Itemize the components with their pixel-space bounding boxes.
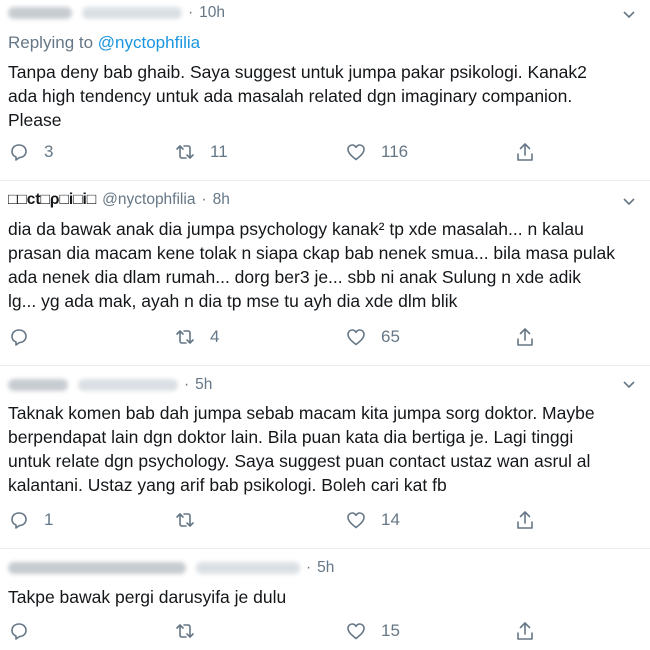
- caret-down-icon[interactable]: [622, 8, 636, 22]
- tweet-4-header: · 5h: [8, 559, 334, 577]
- retweet-icon: [176, 624, 194, 638]
- tweet-3-header: · 5h: [8, 376, 212, 394]
- like-icon: [347, 144, 365, 161]
- tweet-text: Taknak komen bab dah jumpa sebab macam k…: [8, 403, 595, 495]
- like-button[interactable]: 14: [345, 509, 400, 531]
- share-icon: [517, 143, 533, 161]
- tweet-actions: 4 65: [0, 326, 650, 350]
- blurred-handle: [78, 379, 178, 391]
- retweet-count: 4: [210, 327, 220, 346]
- tweet-actions: 3 11 116: [0, 141, 650, 165]
- share-icon: [517, 328, 533, 346]
- tweet-time[interactable]: 8h: [213, 191, 230, 209]
- retweet-button[interactable]: 4: [174, 326, 219, 348]
- tweet-time[interactable]: 5h: [317, 559, 334, 577]
- reply-icon: [11, 623, 27, 640]
- replying-prefix: Replying to: [8, 33, 94, 52]
- blurred-handle: [196, 562, 300, 574]
- like-button[interactable]: 15: [345, 620, 400, 642]
- share-button[interactable]: [514, 326, 536, 348]
- blurred-display-name: [8, 7, 72, 19]
- separator-dot: ·: [201, 191, 207, 208]
- retweet-button[interactable]: 11: [174, 141, 228, 163]
- separator-dot: ·: [184, 376, 190, 393]
- replying-to: Replying to @nyctophfilia: [8, 33, 200, 53]
- reply-button[interactable]: 3: [8, 141, 53, 163]
- retweet-icon: [176, 513, 194, 527]
- blurred-handle: [82, 7, 182, 19]
- reply-count: 3: [44, 142, 54, 161]
- tweet-text: Takpe bawak pergi darusyifa je dulu: [8, 587, 287, 607]
- like-icon: [347, 329, 365, 346]
- display-name[interactable]: □□ct□ρ□i□i□: [8, 191, 96, 209]
- reply-button[interactable]: [8, 620, 44, 642]
- like-icon: [347, 512, 365, 529]
- like-icon: [347, 623, 365, 640]
- separator-dot: ·: [188, 4, 194, 21]
- reply-icon: [11, 329, 27, 346]
- like-button[interactable]: 65: [345, 326, 400, 348]
- like-count: 14: [381, 510, 400, 529]
- retweet-icon: [176, 330, 194, 344]
- tweet-2: □□ct□ρ□i□i□ @nyctophfilia · 8h dia da ba…: [0, 181, 650, 361]
- tweet-time[interactable]: 10h: [199, 4, 225, 22]
- caret-down-icon[interactable]: [622, 195, 636, 209]
- caret-down-icon[interactable]: [622, 378, 636, 392]
- share-button[interactable]: [514, 620, 536, 642]
- tweet-actions: 1 14: [0, 509, 650, 533]
- tweet-2-header: □□ct□ρ□i□i□ @nyctophfilia · 8h: [8, 191, 230, 209]
- tweet-time[interactable]: 5h: [195, 376, 212, 394]
- share-button[interactable]: [514, 141, 536, 163]
- tweet-1-header: · 10h: [8, 4, 225, 22]
- replying-to-link[interactable]: @nyctophfilia: [98, 33, 200, 52]
- tweet-text: dia da bawak anak dia jumpa psychology k…: [8, 219, 616, 311]
- like-count: 116: [381, 142, 409, 161]
- share-icon: [517, 511, 533, 529]
- reply-button[interactable]: 1: [8, 509, 53, 531]
- retweet-icon: [176, 145, 194, 159]
- tweet-4: · 5h Takpe bawak pergi darusyifa je dulu…: [0, 549, 650, 650]
- share-button[interactable]: [514, 509, 536, 531]
- reply-button[interactable]: [8, 326, 44, 348]
- separator-dot: ·: [306, 559, 312, 576]
- tweet-text: Tanpa deny bab ghaib. Saya suggest untuk…: [8, 62, 587, 130]
- blurred-display-name: [8, 562, 186, 574]
- blurred-display-name: [8, 379, 68, 391]
- share-icon: [517, 622, 533, 640]
- reply-icon: [11, 144, 27, 161]
- retweet-button[interactable]: [174, 620, 210, 642]
- tweet-1: · 10h Replying to @nyctophfilia Tanpa de…: [0, 0, 650, 170]
- reply-count: 1: [44, 510, 54, 529]
- like-button[interactable]: 116: [345, 141, 408, 163]
- handle[interactable]: @nyctophfilia: [102, 191, 195, 209]
- tweet-3: · 5h Taknak komen bab dah jumpa sebab ma…: [0, 366, 650, 546]
- tweet-actions: 15: [0, 620, 650, 644]
- like-count: 15: [381, 621, 400, 640]
- reply-icon: [11, 512, 27, 529]
- retweet-count: 11: [210, 142, 228, 161]
- retweet-button[interactable]: [174, 509, 210, 531]
- like-count: 65: [381, 327, 400, 346]
